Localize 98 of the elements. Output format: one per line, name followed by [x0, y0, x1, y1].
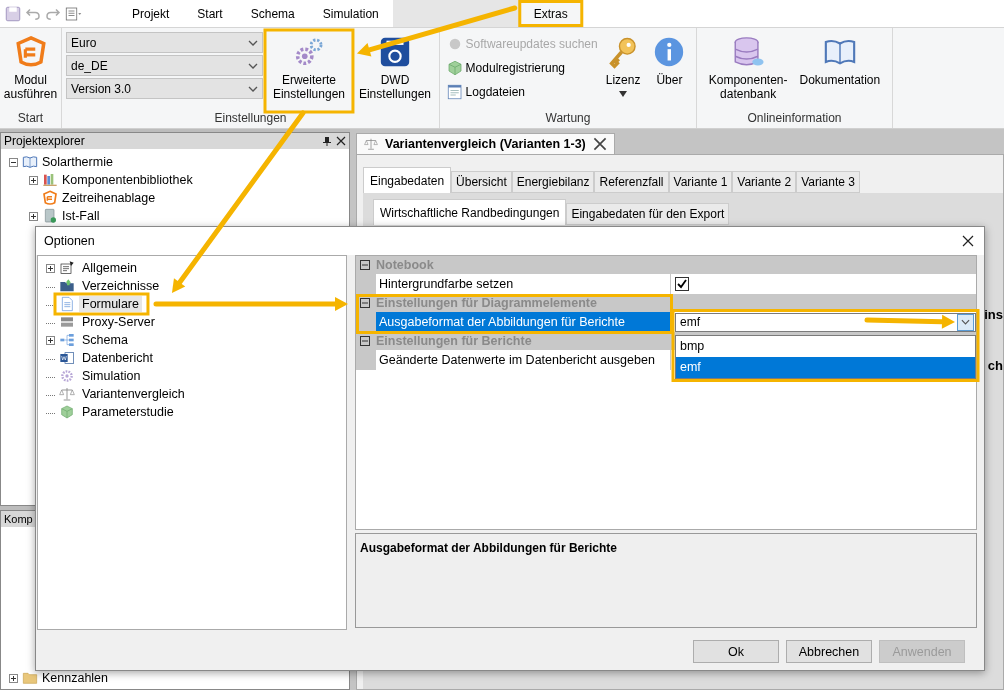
tree-item[interactable]: Zeitreihenablage — [62, 191, 156, 205]
document-icon — [59, 296, 75, 312]
tree-item[interactable]: Allgemein — [79, 260, 140, 276]
scale-icon — [59, 386, 75, 402]
tree-item[interactable]: Solarthermie — [42, 155, 113, 169]
chevron-down-icon — [248, 85, 258, 92]
cube-icon — [445, 59, 464, 77]
folder-icon — [22, 670, 38, 686]
ribbon-button[interactable]: Modul ausführen — [0, 31, 62, 111]
dialog-button[interactable]: Abbrechen — [786, 640, 872, 663]
panel-title: Komp — [4, 513, 33, 525]
chevron-down-icon — [248, 62, 258, 69]
tab[interactable]: Referenzfall — [594, 171, 669, 193]
collapse-toggle[interactable] — [360, 260, 370, 270]
tab[interactable]: Eingabedaten für den Export — [566, 203, 730, 225]
description-text: Ausgabeformat der Abbildungen für Berichte — [355, 533, 977, 628]
tree-item[interactable]: Komponentenbibliothek — [62, 173, 193, 187]
ribbon-tab[interactable]: Simulation — [308, 0, 393, 27]
ribbon-button[interactable]: Komponenten- datenbank — [704, 31, 792, 111]
books-icon — [42, 172, 58, 188]
tree-item[interactable]: Parameterstudie — [79, 404, 177, 420]
expand-toggle[interactable] — [46, 335, 55, 345]
property-name[interactable]: Hintergrundfarbe setzen — [376, 274, 671, 294]
tab[interactable]: Energiebilanz — [511, 171, 595, 193]
chevron-down-icon — [961, 319, 970, 325]
checkbox[interactable] — [675, 277, 689, 291]
ribbon-button[interactable]: Lizenz — [601, 31, 645, 111]
expand-toggle[interactable] — [46, 263, 55, 273]
ribbon-button[interactable]: Modulregistrierung — [445, 59, 598, 77]
tab[interactable]: Eingabedaten — [363, 167, 452, 193]
folder-icon — [59, 278, 75, 294]
dropdown-button[interactable] — [957, 313, 974, 331]
diagram-icon — [59, 332, 75, 348]
panel-title: Projektexplorer — [4, 134, 85, 148]
log-file-icon — [445, 83, 464, 101]
tree-item[interactable]: Schema — [79, 332, 131, 348]
group-label: Wartung — [544, 111, 592, 127]
form-icon — [59, 260, 75, 276]
dialog-title: Optionen — [44, 234, 95, 248]
category-label: Notebook — [376, 258, 434, 272]
dialog-button[interactable]: Ok — [693, 640, 779, 663]
ribbon-button[interactable]: Über — [648, 31, 691, 111]
module-icon — [13, 35, 48, 69]
tree-item[interactable]: Kennzahlen — [42, 671, 109, 685]
collapse-toggle[interactable] — [360, 298, 370, 308]
ribbon-tab[interactable]: Projekt — [118, 0, 184, 27]
chevron-down-icon — [248, 39, 258, 46]
highlight-frame — [518, 0, 584, 27]
tab[interactable]: Variante 1 — [668, 171, 733, 193]
dropdown-field[interactable]: Euro — [66, 32, 263, 53]
property-name[interactable]: Ausgabeformat der Abbildungen für Berichte — [376, 312, 671, 332]
tree-item[interactable]: Ist-Fall — [62, 209, 100, 223]
book-icon — [22, 154, 38, 170]
ribbon-tab[interactable]: Schema — [236, 0, 309, 27]
dropdown-option[interactable]: bmp — [676, 335, 975, 357]
label-text: ins — [984, 307, 1003, 322]
dropdown-field[interactable]: de_DE — [66, 55, 263, 76]
category-label: Einstellungen für Berichte — [376, 334, 532, 348]
expand-toggle[interactable] — [9, 673, 18, 683]
cube-icon — [59, 404, 75, 420]
tree-item[interactable]: Verzeichnisse — [79, 278, 163, 294]
group-label: Onlineinformation — [746, 111, 843, 127]
tree-item[interactable]: Formulare — [79, 296, 142, 312]
print-menu-icon[interactable] — [64, 4, 82, 23]
ribbon-button[interactable]: Erweiterte Einstellungen — [267, 31, 351, 111]
ribbon-button[interactable]: Dokumentation — [795, 31, 885, 111]
label-text: ch — [987, 358, 1003, 373]
close-icon[interactable] — [591, 137, 608, 151]
scale-icon — [363, 137, 379, 151]
server-icon — [59, 314, 75, 330]
collapse-toggle[interactable] — [360, 336, 370, 346]
tab[interactable]: Variante 2 — [732, 171, 797, 193]
calculator-icon — [42, 208, 58, 224]
group-label: Einstellungen — [213, 111, 288, 127]
close-icon[interactable] — [336, 136, 346, 146]
module-icon — [42, 190, 58, 206]
tab[interactable]: Wirtschaftliche Randbedingungen — [373, 199, 567, 225]
document-tab[interactable]: Variantenvergleich (Varianten 1-3) — [356, 133, 615, 154]
category-label: Einstellungen für Diagrammelemente — [376, 296, 597, 310]
close-icon[interactable] — [962, 235, 974, 247]
word-document-icon — [59, 350, 75, 366]
tab-title: Variantenvergleich (Varianten 1-3) — [385, 137, 586, 151]
dropdown-field[interactable]: Version 3.0 — [66, 78, 263, 99]
expand-toggle[interactable] — [29, 211, 38, 221]
tree-item[interactable]: Simulation — [79, 368, 144, 384]
dropdown-option[interactable]: emf — [676, 356, 975, 378]
property-name[interactable]: Geänderte Datenwerte im Datenbericht ausgeben — [376, 350, 671, 370]
tree-item[interactable]: Proxy-Server — [79, 314, 158, 330]
tab[interactable]: Übersicht — [451, 171, 512, 193]
pin-icon[interactable] — [322, 136, 332, 146]
collapse-toggle[interactable] — [9, 157, 18, 167]
group-label: Start — [16, 111, 45, 127]
tree-item[interactable]: Datenbericht — [79, 350, 156, 366]
tab[interactable]: Variante 3 — [796, 171, 860, 193]
expand-toggle[interactable] — [29, 175, 38, 185]
ribbon-tab[interactable]: Start — [183, 0, 237, 27]
tree-item[interactable]: Variantenvergleich — [79, 386, 188, 402]
ribbon-button[interactable]: Logdateien — [445, 83, 598, 101]
